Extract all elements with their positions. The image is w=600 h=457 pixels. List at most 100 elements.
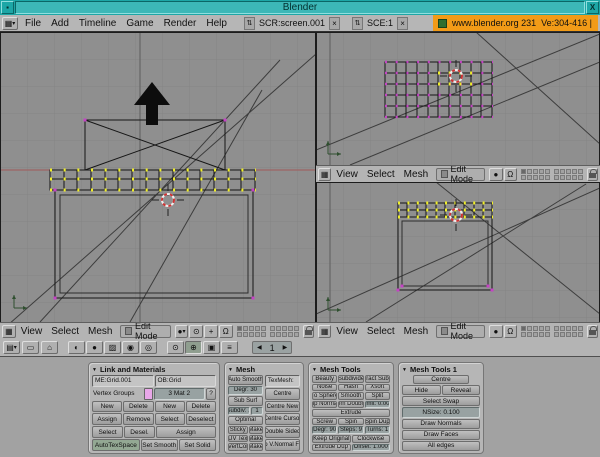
layer-5[interactable] [545, 169, 550, 174]
lock-button[interactable] [587, 325, 598, 338]
object-name-field[interactable]: OB:Grid [155, 375, 217, 387]
layer-9[interactable] [572, 169, 577, 174]
smooth-button[interactable]: Smooth [338, 392, 363, 400]
viewport-side-canvas[interactable] [316, 182, 600, 322]
extrude-dup-button[interactable]: Extrude Dup [312, 444, 351, 452]
panel-header-mesh[interactable]: ▼ Mesh [228, 365, 300, 374]
material-query-button[interactable]: ? [206, 388, 216, 400]
layer-7[interactable] [560, 169, 565, 174]
panel-header-link[interactable]: ▼ Link and Materials [92, 365, 216, 374]
menu-select[interactable]: Select [47, 326, 83, 337]
layer-16[interactable] [554, 175, 559, 180]
flip-normals-button[interactable]: Flip Normals [312, 401, 337, 409]
uvtex-label-button[interactable]: UV Tex [228, 435, 248, 443]
frame-number[interactable]: 1 [270, 343, 275, 353]
layer-11[interactable] [521, 332, 526, 337]
material-assign-button[interactable]: Assign [156, 426, 216, 438]
layer-1[interactable] [521, 169, 526, 174]
reveal-button[interactable]: Reveal [442, 385, 481, 395]
texmesh-field[interactable]: TexMesh: [265, 375, 300, 387]
layer-group-2[interactable] [554, 326, 583, 337]
layer-16[interactable] [270, 332, 275, 337]
material-index-field[interactable]: 3 Mat 2 [154, 388, 206, 400]
layer-2[interactable] [527, 326, 532, 331]
script-context-icon[interactable]: ≡ [221, 341, 238, 354]
layer-buttons[interactable] [237, 326, 299, 337]
split-button[interactable]: Split [365, 392, 390, 400]
layer-group-2[interactable] [554, 169, 583, 180]
collapse-icon[interactable]: ▼ [92, 367, 97, 373]
browse-scenes-icon[interactable]: ⇅ [352, 17, 363, 30]
subsurf-button[interactable]: Sub Surf [228, 396, 263, 406]
collapse-icon[interactable]: ▼ [402, 367, 407, 373]
home-view-icon[interactable]: ⌂ [41, 341, 58, 354]
layer-15[interactable] [261, 332, 266, 337]
auto-smooth-button[interactable]: Auto Smooth [228, 375, 263, 385]
editor-type-icon[interactable]: ▦ [318, 168, 331, 181]
layer-4[interactable] [255, 326, 260, 331]
subdivide-button[interactable]: Subdivide [338, 375, 363, 383]
layer-20[interactable] [578, 332, 583, 337]
spin-dup-button[interactable]: Spin Dup [365, 418, 390, 426]
layer-group-1[interactable] [521, 326, 550, 337]
sticky-make-button[interactable]: Make [249, 426, 264, 434]
mode-dropdown[interactable]: Edit Mode [120, 325, 170, 338]
layer-15[interactable] [545, 175, 550, 180]
centre-cursor-button[interactable]: Centre Cursor [265, 413, 300, 425]
window-titlebar[interactable]: ▪ Blender X [0, 0, 600, 15]
vgroup-remove-button[interactable]: Remove [123, 413, 153, 425]
collapse-icon[interactable]: ▼ [312, 367, 317, 373]
layer-19[interactable] [572, 175, 577, 180]
layer-6[interactable] [270, 326, 275, 331]
layer-group-1[interactable] [237, 326, 266, 337]
layer-2[interactable] [243, 326, 248, 331]
vgroup-assign-button[interactable]: Assign [92, 413, 122, 425]
lock-button[interactable] [587, 168, 598, 181]
texture-context-icon[interactable]: ▨ [104, 341, 121, 354]
rem-doubles-button[interactable]: Rem Doubles [338, 401, 363, 409]
menu-file[interactable]: File [20, 18, 46, 29]
select-swap-button[interactable]: Select Swap [402, 396, 480, 406]
mode-dropdown[interactable]: Edit Mode [436, 168, 485, 181]
lamp-context-icon[interactable]: ◐ [68, 341, 85, 354]
vgroup-new-button[interactable]: New [92, 401, 122, 413]
layer-18[interactable] [282, 332, 287, 337]
centre-button[interactable]: Centre [413, 375, 469, 384]
degr90-field[interactable]: Degr: 90 [312, 426, 337, 434]
double-sided-button[interactable]: Double Sided [265, 426, 300, 438]
panel-alignment-icon[interactable]: ▭ [22, 341, 39, 354]
viewport-top-canvas[interactable] [316, 32, 600, 165]
viewport-shading-icon[interactable]: ● [489, 168, 502, 181]
hash-button[interactable]: Hash [338, 384, 363, 392]
pivot-icon[interactable]: ⊙ [189, 325, 203, 338]
layer-14[interactable] [255, 332, 260, 337]
steps-field[interactable]: Steps: 9 [338, 426, 363, 434]
scene-context-icon[interactable]: ▣ [203, 341, 220, 354]
to-sphere-button[interactable]: To Sphere [312, 392, 337, 400]
clockwise-button[interactable]: Clockwise [352, 435, 391, 443]
layer-17[interactable] [276, 332, 281, 337]
extrude-button[interactable]: Extrude [312, 409, 390, 417]
lock-button[interactable] [303, 325, 314, 338]
menu-select[interactable]: Select [363, 326, 399, 337]
centre-new-button[interactable]: Centre New [265, 401, 300, 413]
layer-12[interactable] [527, 175, 532, 180]
layer-17[interactable] [560, 175, 565, 180]
layer-15[interactable] [545, 332, 550, 337]
layer-13[interactable] [533, 175, 538, 180]
layer-19[interactable] [288, 332, 293, 337]
layer-5[interactable] [261, 326, 266, 331]
viewport-front-canvas[interactable] [0, 32, 316, 322]
layer-10[interactable] [578, 169, 583, 174]
draw-faces-button[interactable]: Draw Faces [402, 430, 480, 440]
layer-group-1[interactable] [521, 169, 550, 180]
noise-button[interactable]: Noise [312, 384, 337, 392]
layer-8[interactable] [566, 326, 571, 331]
close-screen-icon[interactable]: × [329, 17, 340, 30]
layer-2[interactable] [527, 169, 532, 174]
xsort-button[interactable]: Xsort [365, 384, 390, 392]
layer-buttons[interactable] [521, 169, 583, 180]
material-deselect-button[interactable]: Deselect [186, 413, 216, 425]
window-close-button[interactable]: X [586, 1, 599, 14]
scene-name[interactable]: SCE:1 [363, 18, 397, 28]
